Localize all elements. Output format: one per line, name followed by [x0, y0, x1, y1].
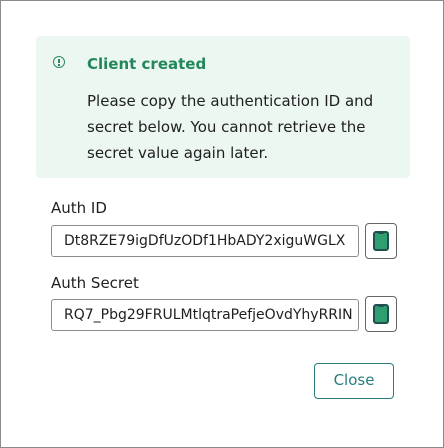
auth-id-field[interactable]: Dt8RZE79igDfUzODf1HbADY2xiguWGLX [51, 225, 359, 257]
copy-auth-id-button[interactable] [365, 223, 397, 259]
close-button[interactable]: Close [314, 363, 394, 399]
auth-id-label: Auth ID [51, 199, 107, 217]
alert-title: Client created [87, 55, 207, 73]
success-alert: Client created Please copy the authentic… [36, 36, 410, 178]
auth-secret-field[interactable]: RQ7_Pbg29FRULMtlqtraPefjeOvdYhyRRIN [51, 299, 359, 331]
info-circle-icon [53, 56, 65, 68]
alert-message: Please copy the authentication ID and se… [87, 92, 374, 162]
clipboard-icon [373, 304, 389, 324]
copy-auth-secret-button[interactable] [365, 296, 397, 332]
client-created-dialog: Client created Please copy the authentic… [0, 0, 444, 448]
auth-secret-label: Auth Secret [51, 274, 139, 292]
clipboard-icon [373, 231, 389, 251]
